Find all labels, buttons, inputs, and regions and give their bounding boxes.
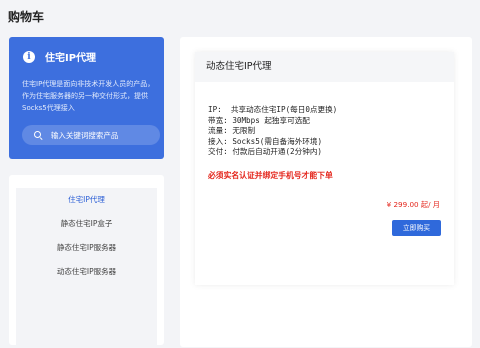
spec-traffic: 流量: 无限制 (208, 126, 256, 135)
product-search-input[interactable] (50, 130, 160, 140)
buy-now-button[interactable]: 立即购买 (392, 220, 441, 236)
spec-ip: IP: 共享动态住宅IP(每日0点更换) (208, 105, 338, 114)
product-price: ¥ 299.00 起/ 月 (386, 200, 440, 209)
product-search-box[interactable] (22, 125, 160, 145)
spec-access: 接入: Socks5(需自备海外环境) (208, 136, 323, 146)
product-card: 动态住宅IP代理 IP: 共享动态住宅IP(每日0点更换) 带宽: 30Mbps… (195, 52, 454, 285)
category-item-residential-ip-proxy[interactable]: 住宅IP代理 (16, 188, 157, 212)
category-item-dynamic-residential-ip-server[interactable]: 动态住宅IP服务器 (16, 260, 157, 284)
spec-bandwidth: 带宽: 30Mbps 起独享可选配 (208, 115, 310, 125)
search-icon[interactable] (34, 130, 43, 140)
category-item-static-residential-ip-server[interactable]: 静态住宅IP服务器 (16, 236, 157, 260)
verification-notice: 必须实名认证并绑定手机号才能下单 (208, 171, 333, 180)
intro-description: 住宅IP代理是面向非技术开发人员的产品，作为住宅服务器的另一种交付形式，提供So… (22, 80, 155, 112)
intro-header: i 住宅IP代理 (23, 49, 96, 64)
intro-title: 住宅IP代理 (45, 53, 97, 64)
category-list: 住宅IP代理 静态住宅IP盒子 静态住宅IP服务器 动态住宅IP服务器 (16, 188, 157, 348)
category-item-static-residential-ip-box[interactable]: 静态住宅IP盒子 (16, 212, 157, 236)
page-title: 购物车 (8, 10, 45, 24)
product-intro-card: i 住宅IP代理 住宅IP代理是面向非技术开发人员的产品，作为住宅服务器的另一种… (9, 37, 164, 159)
category-panel: 住宅IP代理 静态住宅IP盒子 静态住宅IP服务器 动态住宅IP服务器 (9, 175, 164, 348)
spec-delivery: 交付: 付款后自动开通(2分钟内) (208, 147, 322, 156)
product-specs: IP: 共享动态住宅IP(每日0点更换) 带宽: 30Mbps 起独享可选配 流… (208, 105, 337, 158)
product-name: 动态住宅IP代理 (195, 52, 454, 82)
info-icon: i (23, 50, 35, 63)
product-content-area: 动态住宅IP代理 IP: 共享动态住宅IP(每日0点更换) 带宽: 30Mbps… (180, 37, 472, 347)
